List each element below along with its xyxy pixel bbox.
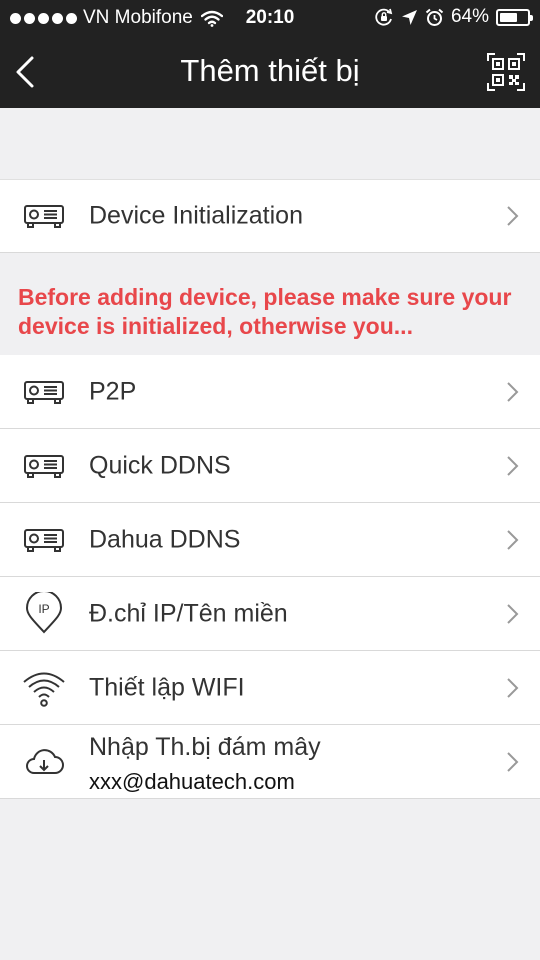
dvr-icon (24, 454, 64, 478)
ip-pin-icon: IP (25, 591, 63, 633)
device-initialization-row[interactable]: Device Initialization (0, 179, 540, 253)
ip-domain-row[interactable]: IP Đ.chỉ IP/Tên miền (0, 577, 540, 651)
device-initialization-label: Device Initialization (89, 201, 303, 230)
status-right: 64% (374, 6, 533, 28)
battery-icon (496, 8, 533, 26)
quick-ddns-label: Quick DDNS (89, 451, 231, 479)
add-method-list: P2P Quick DDNS Dahua DDNS IP Đ.chỉ IP/Tê… (0, 355, 540, 799)
alarm-icon (425, 8, 444, 26)
page-title: Thêm thiết bị (180, 53, 360, 88)
nav-bar: Thêm thiết bị (0, 36, 540, 108)
ip-domain-label: Đ.chỉ IP/Tên miền (89, 599, 288, 627)
chevron-right-icon (507, 751, 519, 772)
dahua-ddns-row[interactable]: Dahua DDNS (0, 503, 540, 577)
chevron-right-icon (507, 529, 519, 550)
cloud-device-label: Nhập Th.bị đám mây (89, 733, 321, 761)
qr-scan-icon (487, 53, 525, 91)
p2p-label: P2P (89, 377, 137, 405)
rotation-lock-icon (375, 8, 393, 26)
device-init-section: Device Initialization (0, 179, 540, 253)
init-warning-text: Before adding device, please make sure y… (0, 253, 540, 355)
chevron-left-icon (16, 56, 34, 88)
chevron-right-icon (507, 455, 519, 476)
quick-ddns-row[interactable]: Quick DDNS (0, 429, 540, 503)
battery-fill (500, 12, 517, 22)
battery-percent: 64% (450, 6, 489, 27)
wifi-setup-row[interactable]: Thiết lập WIFI (0, 651, 540, 725)
chevron-right-icon (507, 206, 519, 226)
dvr-icon (24, 205, 64, 228)
chevron-right-icon (507, 677, 519, 698)
p2p-row[interactable]: P2P (0, 355, 540, 429)
dvr-icon (24, 380, 64, 404)
back-button[interactable] (8, 50, 48, 94)
location-icon (401, 9, 417, 25)
dahua-ddns-label: Dahua DDNS (89, 525, 241, 553)
chevron-right-icon (507, 381, 519, 402)
wifi-icon (23, 672, 65, 707)
status-bar: VN Mobifone 20:10 64% (0, 0, 540, 36)
cloud-account-email: xxx@dahuatech.com (89, 769, 295, 794)
cloud-device-row[interactable]: Nhập Th.bị đám mây xxx@dahuatech.com (0, 725, 540, 799)
svg-text:IP: IP (38, 602, 49, 616)
chevron-right-icon (507, 603, 519, 624)
wifi-setup-label: Thiết lập WIFI (89, 673, 245, 701)
qr-scan-button[interactable] (486, 52, 526, 92)
cloud-download-icon (26, 748, 64, 774)
dvr-icon (24, 528, 64, 552)
